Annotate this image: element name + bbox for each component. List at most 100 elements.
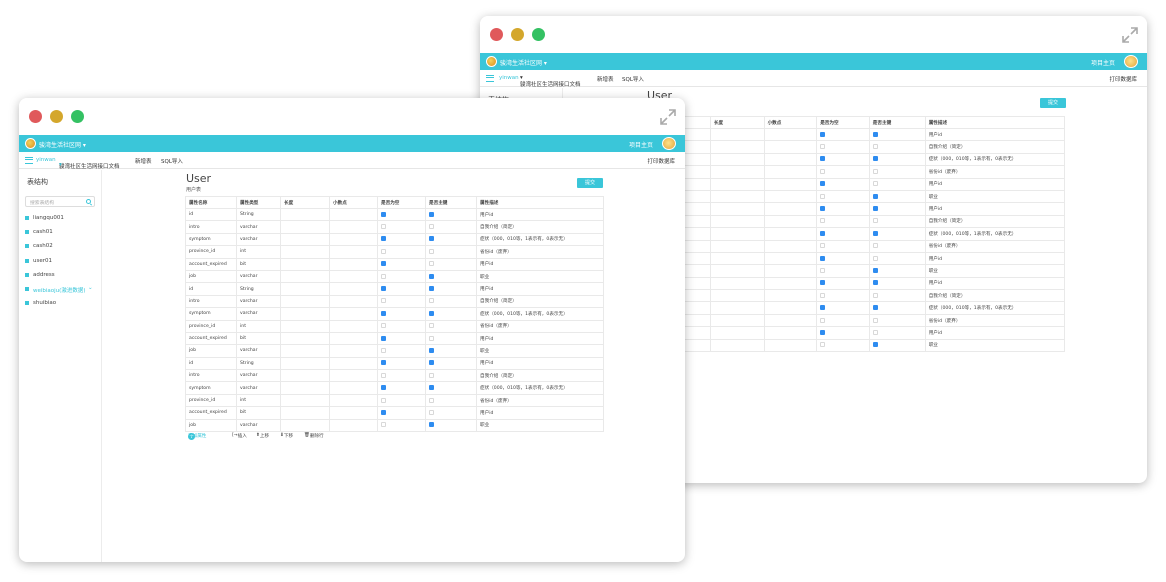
cell-description[interactable]: 自我介绍（简定） — [476, 369, 604, 383]
primary-key-checkbox[interactable] — [429, 273, 434, 279]
cell-decimal[interactable] — [763, 239, 818, 253]
nullable-checkbox[interactable] — [820, 144, 826, 150]
cell-decimal[interactable] — [329, 232, 378, 247]
new-table-button[interactable]: 新增表 — [135, 157, 152, 165]
cell-description[interactable]: 用户id — [924, 127, 1066, 142]
cell-name[interactable]: job — [185, 344, 237, 358]
table-row[interactable]: jobvarchar 职业 — [185, 418, 604, 433]
sql-import-button[interactable]: SQL导入 — [622, 75, 644, 83]
cell-length[interactable] — [709, 140, 765, 154]
sidebar-table-item[interactable]: weibiaoju(激进数据) ⌄ — [25, 285, 93, 300]
nullable-checkbox[interactable] — [381, 323, 386, 329]
table-row[interactable]: introvarchar 自我介绍（简定） — [185, 369, 604, 383]
cell-name[interactable]: symptom — [185, 307, 237, 321]
cell-type[interactable]: int — [236, 393, 281, 408]
cell-decimal[interactable] — [763, 289, 818, 303]
primary-key-checkbox[interactable] — [429, 224, 434, 230]
primary-key-checkbox[interactable] — [872, 144, 878, 150]
cell-name[interactable]: account_expired — [185, 257, 237, 271]
cell-length[interactable] — [709, 214, 765, 229]
sidebar-table-item[interactable]: address — [25, 272, 85, 286]
minimize-window-button[interactable] — [50, 110, 63, 123]
maximize-window-button[interactable] — [71, 110, 84, 123]
table-row[interactable]: introvarchar 自我介绍（简定） — [185, 220, 604, 234]
primary-key-checkbox[interactable] — [429, 286, 434, 292]
cell-length[interactable] — [280, 257, 330, 271]
cell-length[interactable] — [709, 313, 765, 328]
nullable-checkbox[interactable] — [820, 206, 826, 212]
cell-name[interactable]: job — [185, 269, 237, 284]
sidebar-table-item[interactable]: shuibiao — [25, 300, 85, 314]
primary-key-checkbox[interactable] — [429, 397, 434, 403]
nullable-checkbox[interactable] — [820, 329, 826, 335]
nullable-checkbox[interactable] — [381, 397, 386, 403]
cell-name[interactable]: id — [185, 207, 237, 222]
cell-name[interactable]: intro — [185, 294, 237, 309]
sidebar-table-item[interactable]: cash02 — [25, 243, 85, 257]
cell-description[interactable]: 职业 — [924, 189, 1066, 204]
expand-icon[interactable] — [659, 108, 677, 126]
nullable-checkbox[interactable] — [381, 236, 386, 242]
cell-type[interactable]: String — [236, 282, 281, 296]
nullable-checkbox[interactable] — [820, 317, 826, 323]
nullable-checkbox[interactable] — [381, 409, 386, 415]
cell-type[interactable]: bit — [236, 331, 281, 346]
primary-key-checkbox[interactable] — [429, 347, 434, 353]
table-row[interactable]: idString 用户id — [185, 356, 604, 371]
nullable-checkbox[interactable] — [381, 211, 386, 217]
cell-type[interactable]: varchar — [236, 220, 281, 234]
cell-description[interactable]: 省份id（废弃） — [476, 319, 604, 333]
move-down-button[interactable]: ⬇ 下移 — [280, 433, 293, 439]
cell-length[interactable] — [280, 282, 330, 296]
insert-row-button[interactable]: [→ 插入 — [232, 433, 247, 439]
cell-length[interactable] — [280, 406, 330, 420]
close-window-button[interactable] — [490, 28, 503, 41]
cell-name[interactable]: symptom — [185, 381, 237, 395]
nullable-checkbox[interactable] — [381, 422, 386, 428]
table-search-input[interactable]: 搜索表结构 — [25, 196, 95, 207]
cell-description[interactable]: 省份id（废弃） — [924, 313, 1066, 328]
nullable-checkbox[interactable] — [381, 310, 386, 316]
cell-length[interactable] — [709, 165, 765, 179]
cell-length[interactable] — [280, 319, 330, 333]
cell-name[interactable]: symptom — [185, 232, 237, 247]
nullable-checkbox[interactable] — [381, 372, 386, 378]
cell-description[interactable]: 用户id — [924, 202, 1066, 216]
cell-decimal[interactable] — [763, 140, 818, 154]
nullable-checkbox[interactable] — [820, 168, 826, 174]
cell-type[interactable]: String — [236, 356, 281, 371]
cell-type[interactable]: varchar — [236, 269, 281, 284]
primary-key-checkbox[interactable] — [429, 248, 434, 254]
cell-length[interactable] — [280, 245, 330, 259]
cell-description[interactable]: 用户id — [476, 207, 604, 222]
table-row[interactable]: province_idint 省份id（废弃） — [185, 319, 604, 333]
nullable-checkbox[interactable] — [381, 347, 386, 353]
cell-description[interactable]: 自我介绍（简定） — [476, 294, 604, 309]
sidebar-table-item[interactable]: cash01 — [25, 229, 85, 243]
cell-decimal[interactable] — [329, 207, 378, 222]
cell-decimal[interactable] — [763, 301, 818, 315]
primary-key-checkbox[interactable] — [429, 323, 434, 329]
primary-key-checkbox[interactable] — [429, 422, 434, 428]
cell-type[interactable]: varchar — [236, 294, 281, 309]
cell-length[interactable] — [280, 294, 330, 309]
table-row[interactable]: jobvarchar 职业 — [185, 344, 604, 358]
cell-type[interactable]: varchar — [236, 381, 281, 395]
nullable-checkbox[interactable] — [820, 280, 826, 286]
cell-description[interactable]: 自我介绍（简定） — [924, 289, 1066, 303]
cell-decimal[interactable] — [329, 282, 378, 296]
cell-description[interactable]: 症状（000，010等，1表示有，0表示无） — [476, 381, 604, 395]
cell-description[interactable]: 症状（000，010等，1表示有，0表示无） — [476, 307, 604, 321]
table-row[interactable]: jobvarchar 职业 — [185, 269, 604, 284]
cell-description[interactable]: 用户id — [476, 356, 604, 371]
nullable-checkbox[interactable] — [381, 385, 386, 391]
primary-key-checkbox[interactable] — [429, 298, 434, 304]
cell-length[interactable] — [709, 152, 765, 167]
nullable-checkbox[interactable] — [381, 248, 386, 254]
username[interactable]: yinwan — [499, 75, 519, 81]
close-window-button[interactable] — [29, 110, 42, 123]
cell-name[interactable]: account_expired — [185, 406, 237, 420]
primary-key-checkbox[interactable] — [429, 261, 434, 267]
expand-icon[interactable] — [1121, 26, 1139, 44]
cell-name[interactable]: intro — [185, 369, 237, 383]
